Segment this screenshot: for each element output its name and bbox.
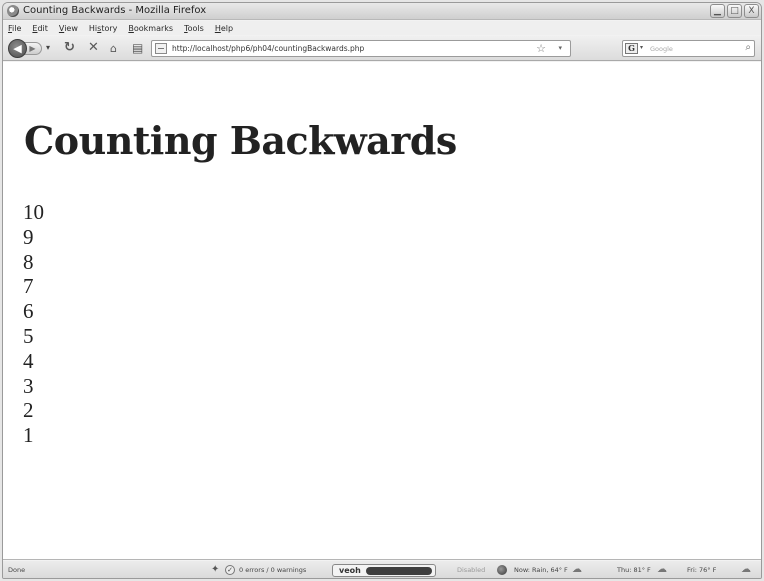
veoh-player-widget[interactable]: veoh xyxy=(332,564,436,577)
menu-file[interactable]: File xyxy=(8,24,21,33)
count-item: 6 xyxy=(23,299,34,324)
count-item: 4 xyxy=(23,348,34,373)
count-list: 10 9 8 7 6 5 4 3 2 1 xyxy=(23,200,44,448)
menu-history[interactable]: History xyxy=(89,24,117,33)
search-magnifier-icon[interactable]: ⌕ xyxy=(745,42,751,53)
menu-tools[interactable]: Tools xyxy=(184,24,204,33)
history-dropdown-icon[interactable]: ▾ xyxy=(46,43,50,52)
back-forward-group: ▶ ◀ ▾ xyxy=(8,39,58,58)
page-heading: Counting Backwards xyxy=(24,118,457,163)
count-item: 2 xyxy=(23,398,34,423)
error-count[interactable]: 0 errors / 0 warnings xyxy=(239,566,306,574)
address-bar[interactable]: http://localhost/php6/ph04/countingBackw… xyxy=(151,40,571,57)
star-icon[interactable]: ☆ xyxy=(536,42,546,55)
window-title: Counting Backwards - Mozilla Firefox xyxy=(23,5,207,16)
title-bar: Counting Backwards - Mozilla Firefox ▁ □… xyxy=(3,3,761,20)
count-item: 7 xyxy=(23,274,34,299)
count-item: 10 xyxy=(23,200,44,224)
count-item: 3 xyxy=(23,373,34,398)
status-text: Done xyxy=(8,566,26,574)
home-icon[interactable]: ⌂ xyxy=(110,42,117,56)
validator-check-icon[interactable]: ✓ xyxy=(225,565,235,575)
weather-icon[interactable] xyxy=(497,565,507,575)
menu-help[interactable]: Help xyxy=(215,24,233,33)
firefox-icon xyxy=(7,5,19,17)
count-item: 1 xyxy=(23,423,34,448)
menu-bookmarks[interactable]: Bookmarks xyxy=(128,24,173,33)
count-item: 9 xyxy=(23,224,34,249)
stop-icon[interactable]: ✕ xyxy=(88,41,99,55)
browser-window: Counting Backwards - Mozilla Firefox ▁ □… xyxy=(2,2,762,579)
search-bar[interactable]: G ▾ Google ⌕ xyxy=(622,40,755,57)
close-button[interactable]: X xyxy=(744,4,759,18)
url-text[interactable]: http://localhost/php6/ph04/countingBackw… xyxy=(172,44,364,53)
count-item: 5 xyxy=(23,323,34,348)
search-input[interactable]: Google xyxy=(650,45,673,53)
veoh-player-bar[interactable] xyxy=(366,567,432,575)
addon-icon[interactable]: ✦ xyxy=(211,564,219,575)
maximize-button[interactable]: □ xyxy=(727,4,742,18)
search-engine-dropdown-icon[interactable]: ▾ xyxy=(640,44,643,51)
disabled-status[interactable]: Disabled xyxy=(457,566,485,574)
count-item: 8 xyxy=(23,249,34,274)
page-content: Counting Backwards 10 9 8 7 6 5 4 3 2 1 xyxy=(3,62,761,560)
site-identity-icon[interactable] xyxy=(155,43,167,54)
weather-friday[interactable]: Fri: 76° F xyxy=(687,566,716,574)
menu-bar: File Edit View History Bookmarks Tools H… xyxy=(3,21,761,35)
navigation-toolbar: ▶ ◀ ▾ ↻ ✕ ⌂ ▤ http://localhost/php6/ph04… xyxy=(3,36,761,61)
reload-icon[interactable]: ↻ xyxy=(64,41,75,55)
cloud-icon: ☁ xyxy=(572,564,582,575)
weather-now[interactable]: Now: Rain, 64° F xyxy=(514,566,568,574)
cloud-icon: ☁ xyxy=(741,564,751,575)
status-bar: Done ✦ ✓ 0 errors / 0 warnings veoh Disa… xyxy=(3,561,761,578)
bookmark-page-icon[interactable]: ▤ xyxy=(132,41,143,55)
back-button[interactable]: ◀ xyxy=(8,39,27,58)
menu-edit[interactable]: Edit xyxy=(32,24,48,33)
weather-thursday[interactable]: Thu: 81° F xyxy=(617,566,651,574)
search-engine-icon[interactable]: G xyxy=(625,43,638,54)
url-dropdown-icon[interactable]: ▾ xyxy=(558,44,562,52)
minimize-button[interactable]: ▁ xyxy=(710,4,725,18)
window-controls: ▁ □ X xyxy=(710,4,759,18)
menu-view[interactable]: View xyxy=(59,24,78,33)
veoh-logo: veoh xyxy=(339,566,361,575)
cloud-icon: ☁ xyxy=(657,564,667,575)
